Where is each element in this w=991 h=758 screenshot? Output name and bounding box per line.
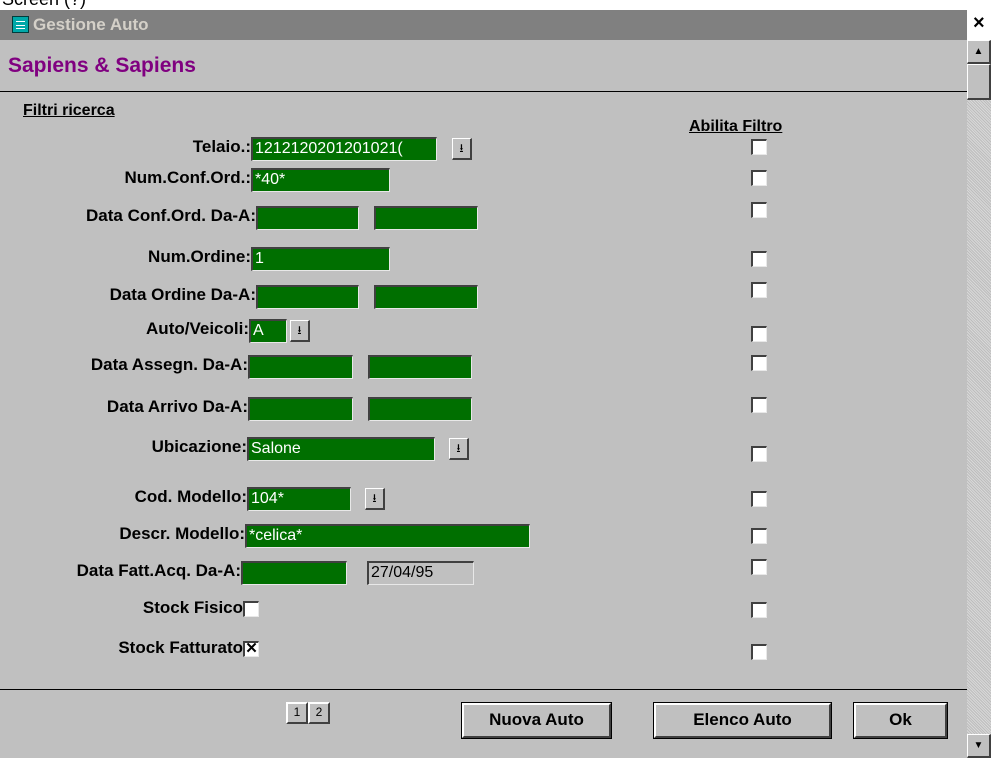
filter-label: Stock Fatturato [118, 638, 243, 657]
enable-filter-checkbox[interactable] [751, 446, 767, 462]
filter-field[interactable]: 104* [247, 487, 351, 511]
enable-filter-checkbox[interactable] [751, 397, 767, 413]
dropdown-arrow-icon[interactable]: ⭳ [290, 320, 310, 342]
filter-label: Telaio.: [192, 137, 251, 156]
enable-filter-checkbox[interactable] [751, 602, 767, 618]
form-window-icon[interactable] [12, 16, 29, 33]
enable-filter-checkbox[interactable] [751, 355, 767, 371]
enable-filter-checkbox[interactable] [751, 139, 767, 155]
range-to-field[interactable] [368, 397, 472, 421]
enable-filter-checkbox[interactable] [751, 559, 767, 575]
filter-label: Cod. Modello: [134, 487, 247, 506]
row-checkbox[interactable]: ✕ [243, 641, 259, 657]
dropdown-arrow-icon[interactable]: ⭳ [365, 488, 385, 510]
footer-divider [0, 689, 967, 690]
enable-filter-checkbox[interactable] [751, 202, 767, 218]
range-from-field[interactable] [256, 285, 359, 309]
filter-label: Data Fatt.Acq. Da-A: [76, 561, 241, 580]
range-from-field[interactable] [248, 355, 353, 379]
scroll-up-arrow-icon[interactable]: ▲ [967, 40, 991, 64]
filter-label: Data Conf.Ord. Da-A: [86, 206, 256, 225]
background-window-text: Screen (?) [2, 0, 86, 10]
page-1-button[interactable]: 1 [286, 702, 308, 724]
filter-label: Data Ordine Da-A: [109, 285, 256, 304]
dropdown-arrow-icon[interactable]: ⭳ [452, 138, 472, 160]
form-body: Sapiens & Sapiens Filtri ricerca Abilita… [0, 40, 967, 758]
header-divider [0, 91, 967, 92]
range-from-field[interactable] [248, 397, 353, 421]
filter-field[interactable]: A [249, 319, 287, 343]
close-icon: × [973, 12, 985, 34]
filter-label: Auto/Veicoli: [146, 319, 249, 338]
section-title: Filtri ricerca [23, 102, 115, 119]
range-to-field[interactable] [374, 206, 478, 230]
enable-filter-checkbox[interactable] [751, 251, 767, 267]
elenco-auto-button[interactable]: Elenco Auto [653, 702, 832, 739]
range-from-field[interactable] [256, 206, 359, 230]
filter-label: Data Assegn. Da-A: [90, 355, 248, 374]
company-name: Sapiens & Sapiens [8, 54, 196, 77]
window-titlebar[interactable]: Gestione Auto × [0, 10, 991, 40]
dropdown-arrow-icon[interactable]: ⭳ [449, 438, 469, 460]
filter-label: Ubicazione: [151, 437, 247, 456]
range-from-field[interactable] [241, 561, 347, 585]
enable-filter-checkbox[interactable] [751, 644, 767, 660]
nuova-auto-button[interactable]: Nuova Auto [461, 702, 612, 739]
scroll-thumb[interactable] [967, 64, 991, 100]
enable-filter-checkbox[interactable] [751, 326, 767, 342]
filter-field[interactable]: 1 [251, 247, 390, 271]
range-to-field[interactable] [374, 285, 478, 309]
close-button[interactable]: × [967, 10, 991, 40]
filter-label: Num.Conf.Ord.: [124, 168, 251, 187]
enable-filter-header: Abilita Filtro [689, 118, 783, 135]
filter-label: Data Arrivo Da-A: [106, 397, 248, 416]
enable-filter-checkbox[interactable] [751, 528, 767, 544]
filter-label: Num.Ordine: [148, 247, 251, 266]
filter-field[interactable]: *40* [251, 168, 390, 192]
window-title: Gestione Auto [33, 15, 149, 34]
page-2-button[interactable]: 2 [308, 702, 330, 724]
ok-button[interactable]: Ok [853, 702, 948, 739]
filter-label: Descr. Modello: [119, 524, 245, 543]
range-to-field[interactable] [368, 355, 472, 379]
form-footer: 1 2 Nuova Auto Elenco Auto Ok [0, 691, 967, 758]
enable-filter-checkbox[interactable] [751, 170, 767, 186]
filter-field[interactable]: *celica* [245, 524, 530, 548]
filter-field[interactable]: 1212120201201021( [251, 137, 437, 161]
form-header: Sapiens & Sapiens [0, 40, 967, 90]
range-to-field[interactable]: 27/04/95 [367, 561, 474, 585]
filter-label: Stock Fisico [142, 598, 243, 617]
row-checkbox[interactable] [243, 601, 259, 617]
enable-filter-checkbox[interactable] [751, 282, 767, 298]
enable-filter-checkbox[interactable] [751, 491, 767, 507]
filter-field[interactable]: Salone [247, 437, 435, 461]
background-window-strip: Screen (?) [0, 0, 991, 10]
scroll-down-arrow-icon[interactable]: ▼ [967, 734, 991, 758]
vertical-scrollbar[interactable]: ▲ ▼ [967, 40, 991, 758]
